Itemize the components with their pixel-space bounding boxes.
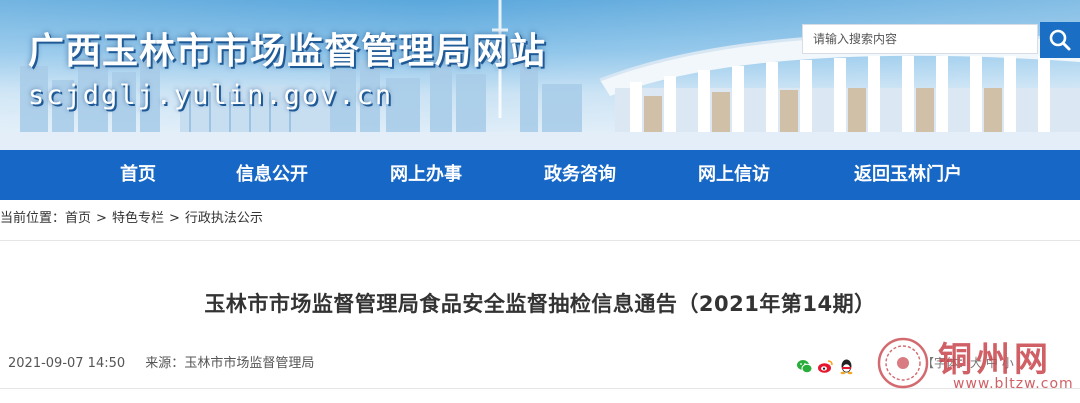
breadcrumb-prefix: 当前位置：	[0, 211, 66, 226]
nav-item-back-to-portal[interactable]: 返回玉林门户	[840, 150, 976, 200]
share-bar	[796, 356, 855, 376]
breadcrumb-item-home[interactable]: 首页	[65, 211, 91, 226]
publish-date: 2021-09-07 14:50	[8, 356, 126, 371]
search-icon	[1049, 29, 1071, 51]
breadcrumb: 当前位置：首页 > 特色专栏 > 行政执法公示	[0, 200, 1080, 238]
watermark-seal-icon	[877, 337, 929, 389]
wechat-icon[interactable]	[796, 358, 813, 375]
site-domain: scjdglj.yulin.gov.cn	[28, 80, 394, 111]
nav-item-info-disclosure[interactable]: 信息公开	[222, 150, 322, 200]
search-input[interactable]	[803, 25, 1043, 53]
breadcrumb-separator: >	[96, 211, 107, 226]
nav-item-consultation[interactable]: 政务咨询	[530, 150, 630, 200]
divider	[0, 240, 1080, 241]
nav-item-home[interactable]: 首页	[103, 150, 173, 200]
breadcrumb-separator: >	[168, 211, 180, 226]
qq-icon[interactable]	[838, 358, 855, 375]
main-nav: 首页 信息公开 网上办事 政务咨询 网上信访 返回玉林门户	[0, 150, 1080, 200]
nav-item-online-services[interactable]: 网上办事	[376, 150, 476, 200]
nav-item-online-petition[interactable]: 网上信访	[684, 150, 784, 200]
watermark-text: 铜州网	[938, 340, 1052, 380]
breadcrumb-item-enforcement[interactable]: 行政执法公示	[185, 211, 263, 226]
weibo-icon[interactable]	[817, 358, 834, 375]
source-label: 来源：	[145, 356, 185, 371]
watermark-url: www.bltzw.com	[953, 376, 1074, 392]
article-title: 玉林市市场监督管理局食品安全监督抽检信息通告（2021年第14期）	[204, 292, 876, 316]
search-box	[802, 24, 1043, 54]
site-title: 广西玉林市市场监督管理局网站	[28, 31, 547, 72]
search-button[interactable]	[1040, 22, 1080, 58]
article-meta: 2021-09-07 14:50 来源：玉林市市场监督管理局	[8, 352, 314, 371]
header-banner: 广西玉林市市场监督管理局网站 scjdglj.yulin.gov.cn	[0, 0, 1080, 150]
breadcrumb-item-featured[interactable]: 特色专栏	[112, 211, 164, 226]
source-value: 玉林市市场监督管理局	[184, 356, 315, 371]
